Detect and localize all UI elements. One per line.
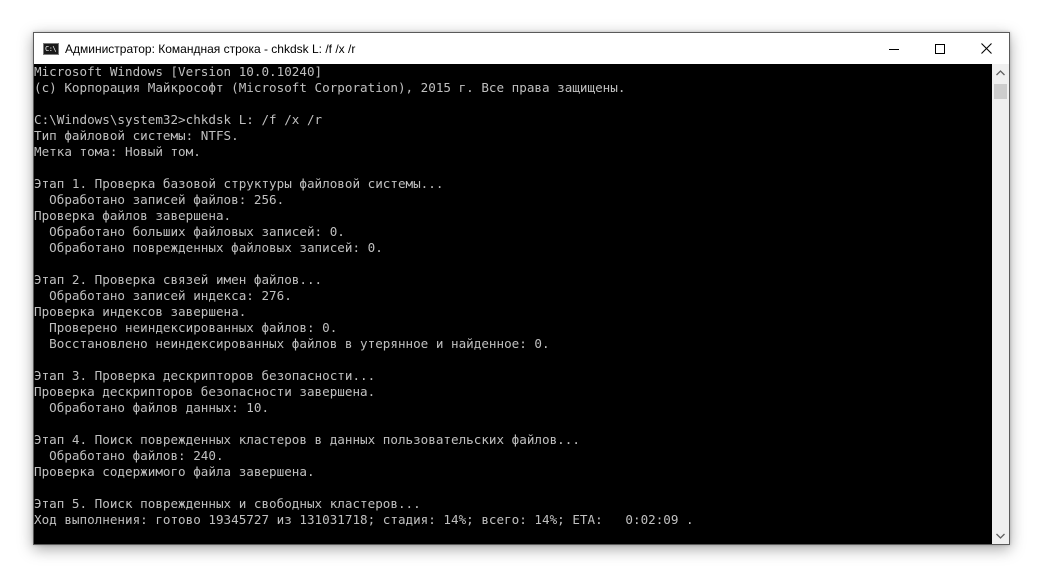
console-line: Проверка содержимого файла завершена.: [34, 464, 315, 479]
console-line: Этап 4. Поиск поврежденных кластеров в д…: [34, 432, 580, 447]
console-line: Обработано записей файлов: 256.: [34, 192, 285, 207]
close-button[interactable]: [963, 33, 1009, 64]
console-line: Восстановлено неиндексированных файлов в…: [34, 336, 550, 351]
console-output[interactable]: Microsoft Windows [Version 10.0.10240] (c…: [34, 64, 992, 544]
scroll-down-arrow-icon: [996, 533, 1005, 539]
scrollbar-thumb[interactable]: [994, 84, 1007, 99]
console-line: Этап 1. Проверка базовой структуры файло…: [34, 176, 444, 191]
title-bar[interactable]: C:\ Администратор: Командная строка - ch…: [34, 33, 1009, 64]
maximize-button[interactable]: [917, 33, 963, 64]
console-line: Проверка файлов завершена.: [34, 208, 232, 223]
console-line: Обработано поврежденных файловых записей…: [34, 240, 383, 255]
console-line: Обработано файлов данных: 10.: [34, 400, 270, 415]
window-title: Администратор: Командная строка - chkdsk…: [65, 41, 356, 56]
scroll-up-arrow-icon: [996, 69, 1005, 75]
cmd-icon-label: C:\: [45, 44, 57, 53]
console-line: Проверка дескрипторов безопасности завер…: [34, 384, 376, 399]
scroll-down-button[interactable]: [992, 527, 1009, 544]
command-prompt-window: C:\ Администратор: Командная строка - ch…: [33, 32, 1010, 545]
console-line: Microsoft Windows [Version 10.0.10240]: [34, 64, 323, 79]
console-line: Ход выполнения: готово 19345727 из 13103…: [34, 512, 694, 527]
scroll-up-button[interactable]: [992, 64, 1009, 81]
minimize-button[interactable]: [871, 33, 917, 64]
console-line: Проверка индексов завершена.: [34, 304, 247, 319]
maximize-icon: [935, 43, 945, 54]
console-line: Обработано больших файловых записей: 0.: [34, 224, 345, 239]
console-line: Этап 2. Проверка связей имен файлов...: [34, 272, 323, 287]
cmd-icon[interactable]: C:\: [43, 42, 59, 55]
console-line: Тип файловой системы: NTFS.: [34, 128, 239, 143]
console-line: Проверено неиндексированных файлов: 0.: [34, 320, 338, 335]
console-line: Обработано файлов: 240.: [34, 448, 224, 463]
console-line: Метка тома: Новый том.: [34, 144, 201, 159]
console-line: C:\Windows\system32>chkdsk L: /f /x /r: [34, 112, 323, 127]
window-controls: [871, 33, 1009, 64]
vertical-scrollbar[interactable]: [992, 64, 1009, 544]
close-icon: [980, 43, 992, 54]
console-line: Этап 3. Проверка дескрипторов безопаснос…: [34, 368, 376, 383]
minimize-icon: [889, 48, 899, 50]
console-line: Этап 5. Поиск поврежденных и свободных к…: [34, 496, 421, 511]
console-line: (c) Корпорация Майкрософт (Microsoft Cor…: [34, 80, 626, 95]
console-line: Обработано записей индекса: 276.: [34, 288, 292, 303]
